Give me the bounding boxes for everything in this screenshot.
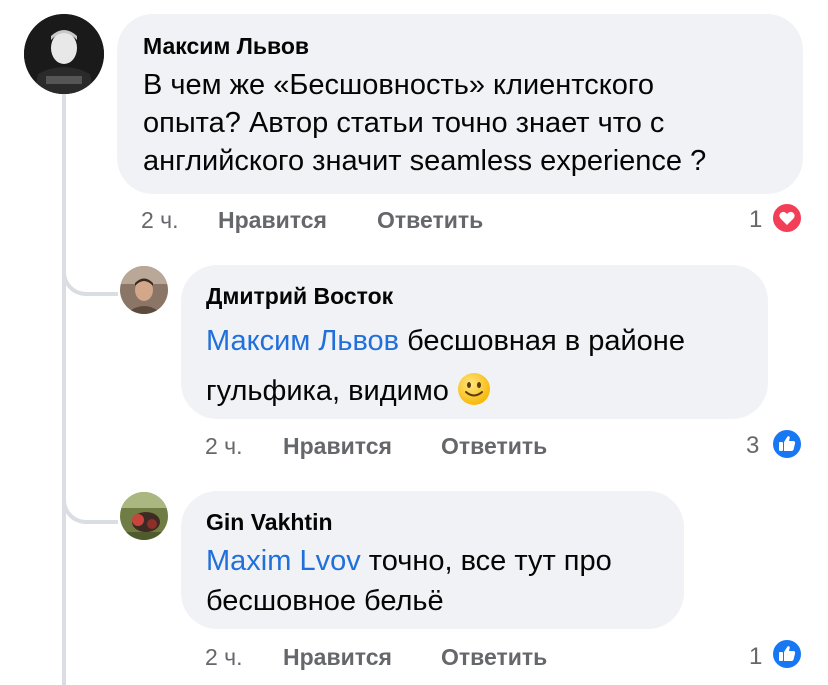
comment-author[interactable]: Дмитрий Восток xyxy=(206,283,393,310)
reply-connector xyxy=(62,478,118,524)
like-reaction-icon[interactable] xyxy=(771,638,803,670)
comment-time[interactable]: 2 ч. xyxy=(205,644,243,671)
thread-line xyxy=(62,94,66,685)
comment-text: Maxim Lvov точно, все тут про бесшовное … xyxy=(206,541,676,621)
comment-author[interactable]: Максим Львов xyxy=(143,33,309,60)
reaction-count[interactable]: 1 xyxy=(749,643,762,671)
mention-link[interactable]: Maxim Lvov xyxy=(206,545,361,577)
comment-text: Максим Львов бесшовная в районе гульфика… xyxy=(206,316,766,422)
comment-text-fragment: точно, все тут про xyxy=(360,545,612,577)
reply-button[interactable]: Ответить xyxy=(441,644,547,671)
reply-connector xyxy=(62,250,118,296)
like-button[interactable]: Нравится xyxy=(283,433,392,460)
comment-time[interactable]: 2 ч. xyxy=(141,207,179,234)
avatar[interactable] xyxy=(120,492,168,540)
reply-button[interactable]: Ответить xyxy=(441,433,547,460)
reply-button[interactable]: Ответить xyxy=(377,207,483,234)
comment-text-line: английского значит seamless experience ? xyxy=(143,145,707,177)
mention-link[interactable]: Максим Львов xyxy=(206,325,399,357)
comment-text-line: бесшовное бельё xyxy=(206,585,444,617)
comment-text-line: В чем же «Бесшовность» клиентского xyxy=(143,69,654,101)
comment-text-fragment: бесшовная в районе xyxy=(399,325,685,357)
avatar[interactable] xyxy=(120,266,168,314)
avatar[interactable] xyxy=(24,14,104,94)
like-button[interactable]: Нравится xyxy=(218,207,327,234)
comment-text-line: Maxim Lvov точно, все тут про xyxy=(206,541,676,581)
comment-text-fragment: гульфика, видимо xyxy=(206,375,457,407)
comment-author[interactable]: Gin Vakhtin xyxy=(206,509,333,536)
like-button[interactable]: Нравится xyxy=(283,644,392,671)
reaction-count[interactable]: 3 xyxy=(746,432,759,460)
heart-reaction-icon[interactable] xyxy=(771,202,803,234)
like-reaction-icon[interactable] xyxy=(771,428,803,460)
comment-time[interactable]: 2 ч. xyxy=(205,433,243,460)
reaction-count[interactable]: 1 xyxy=(749,206,762,234)
comment-text-line: Максим Львов бесшовная в районе xyxy=(206,316,766,366)
comment-text: В чем же «Бесшовность» клиентского опыта… xyxy=(143,66,793,180)
comment-text-line: опыта? Автор статьи точно знает что с xyxy=(143,107,665,139)
comment-text-line: гульфика, видимо xyxy=(206,366,766,422)
slightly-smiling-face-emoji xyxy=(457,372,491,422)
